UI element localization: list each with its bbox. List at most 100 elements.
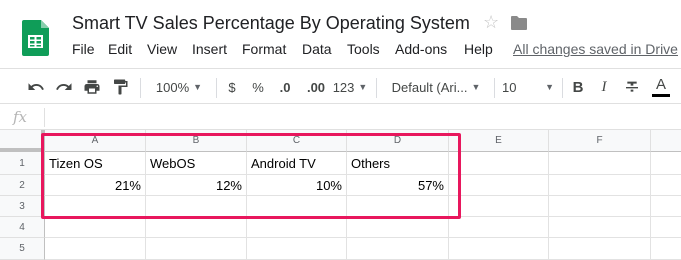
- column-header-overflow[interactable]: [651, 130, 681, 152]
- cell-c5[interactable]: [247, 238, 347, 260]
- currency-format-button[interactable]: $: [223, 69, 241, 105]
- formula-input[interactable]: [52, 109, 672, 126]
- formula-divider: [44, 108, 45, 127]
- cell-e3[interactable]: [449, 196, 549, 217]
- cell-a2[interactable]: 21%: [45, 175, 146, 196]
- menu-format[interactable]: Format: [242, 41, 286, 57]
- more-formats-label: 123: [332, 79, 355, 95]
- undo-icon[interactable]: [24, 69, 48, 105]
- cell-f2[interactable]: [549, 175, 651, 196]
- font-size-value: 10: [502, 79, 517, 95]
- cell-f5[interactable]: [549, 238, 651, 260]
- star-icon[interactable]: ☆: [483, 12, 499, 32]
- cell-d3[interactable]: [347, 196, 449, 217]
- cell-a3[interactable]: [45, 196, 146, 217]
- paint-format-icon[interactable]: [108, 69, 132, 105]
- column-header-f[interactable]: F: [549, 130, 651, 152]
- cell-c1[interactable]: Android TV: [247, 152, 347, 175]
- cell-overflow[interactable]: [651, 217, 681, 238]
- cell-e2[interactable]: [449, 175, 549, 196]
- cell-a5[interactable]: [45, 238, 146, 260]
- cell-d2[interactable]: 57%: [347, 175, 449, 196]
- row-header-3[interactable]: 3: [0, 196, 45, 217]
- cell-d1[interactable]: Others: [347, 152, 449, 175]
- cell-d4[interactable]: [347, 217, 449, 238]
- chevron-down-icon: ▼: [545, 82, 554, 92]
- column-header-d[interactable]: D: [347, 130, 449, 152]
- decrease-decimal-label: .0: [279, 79, 291, 95]
- document-title[interactable]: Smart TV Sales Percentage By Operating S…: [72, 13, 470, 34]
- percent-format-button[interactable]: %: [249, 69, 267, 105]
- toolbar-divider: [216, 78, 217, 98]
- text-color-button[interactable]: A: [650, 69, 672, 105]
- menu-view[interactable]: View: [147, 41, 177, 57]
- cell-b2[interactable]: 12%: [146, 175, 247, 196]
- menu-tools[interactable]: Tools: [347, 41, 380, 57]
- cell-e4[interactable]: [449, 217, 549, 238]
- toolbar-divider: [562, 78, 563, 98]
- sheets-logo-icon[interactable]: [22, 20, 49, 56]
- select-all-corner[interactable]: [0, 130, 45, 152]
- menu-insert[interactable]: Insert: [192, 41, 227, 57]
- font-family-select[interactable]: Default (Ari... ▼: [384, 69, 488, 105]
- row-header-5[interactable]: 5: [0, 238, 45, 260]
- zoom-select[interactable]: 100% ▼: [150, 69, 208, 105]
- cell-e1[interactable]: [449, 152, 549, 175]
- row-header-1[interactable]: 1: [0, 152, 45, 175]
- row-header-4[interactable]: 4: [0, 217, 45, 238]
- cell-d5[interactable]: [347, 238, 449, 260]
- column-header-a[interactable]: A: [45, 130, 146, 152]
- decrease-decimal-button[interactable]: .0: [273, 69, 297, 105]
- chevron-down-icon: ▼: [471, 82, 481, 92]
- fx-label: fx: [13, 108, 28, 126]
- redo-icon[interactable]: [52, 69, 76, 105]
- cell-overflow[interactable]: [651, 152, 681, 175]
- menu-file[interactable]: File: [72, 41, 95, 57]
- title-bar: Smart TV Sales Percentage By Operating S…: [0, 0, 681, 68]
- cell-b4[interactable]: [146, 217, 247, 238]
- font-size-select[interactable]: 10 ▼: [498, 69, 558, 105]
- cell-b3[interactable]: [146, 196, 247, 217]
- zoom-value: 100%: [155, 79, 190, 95]
- cell-f1[interactable]: [549, 152, 651, 175]
- spreadsheet-grid: A B C D E F 1 2 3 4 5 Tizen OS WebOS And…: [0, 130, 681, 260]
- cell-c4[interactable]: [247, 217, 347, 238]
- print-icon[interactable]: [80, 69, 104, 105]
- cell-a1[interactable]: Tizen OS: [45, 152, 146, 175]
- column-header-e[interactable]: E: [449, 130, 549, 152]
- more-formats-select[interactable]: 123 ▼: [332, 69, 368, 105]
- cell-f4[interactable]: [549, 217, 651, 238]
- column-header-c[interactable]: C: [247, 130, 347, 152]
- cell-overflow[interactable]: [651, 196, 681, 217]
- increase-decimal-button[interactable]: .00: [302, 69, 330, 105]
- cell-b5[interactable]: [146, 238, 247, 260]
- chevron-down-icon: ▼: [358, 82, 368, 92]
- toolbar: 100% ▼ $ % .0 .00 123 ▼ Default (Ari... ▼ 1…: [0, 68, 681, 104]
- menu-data[interactable]: Data: [302, 41, 332, 57]
- menu-edit[interactable]: Edit: [108, 41, 132, 57]
- font-family-value: Default (Ari...: [391, 79, 468, 95]
- bold-button[interactable]: B: [568, 69, 588, 105]
- cell-b1[interactable]: WebOS: [146, 152, 247, 175]
- column-header-b[interactable]: B: [146, 130, 247, 152]
- text-color-label: A: [655, 76, 666, 93]
- cell-overflow[interactable]: [651, 175, 681, 196]
- strikethrough-icon[interactable]: [622, 69, 642, 105]
- folder-icon[interactable]: [510, 15, 528, 31]
- text-color-swatch: [652, 94, 670, 97]
- cell-a4[interactable]: [45, 217, 146, 238]
- cell-c3[interactable]: [247, 196, 347, 217]
- toolbar-divider: [140, 78, 141, 98]
- chevron-down-icon: ▼: [193, 82, 203, 92]
- cell-overflow[interactable]: [651, 238, 681, 260]
- italic-button[interactable]: I: [594, 69, 614, 105]
- row-header-2[interactable]: 2: [0, 175, 45, 196]
- menu-add-ons[interactable]: Add-ons: [395, 41, 447, 57]
- cell-e5[interactable]: [449, 238, 549, 260]
- menu-help[interactable]: Help: [464, 41, 493, 57]
- cell-c2[interactable]: 10%: [247, 175, 347, 196]
- toolbar-divider: [494, 78, 495, 98]
- save-status-link[interactable]: All changes saved in Drive: [513, 41, 678, 57]
- increase-decimal-label: .00: [306, 79, 326, 95]
- cell-f3[interactable]: [549, 196, 651, 217]
